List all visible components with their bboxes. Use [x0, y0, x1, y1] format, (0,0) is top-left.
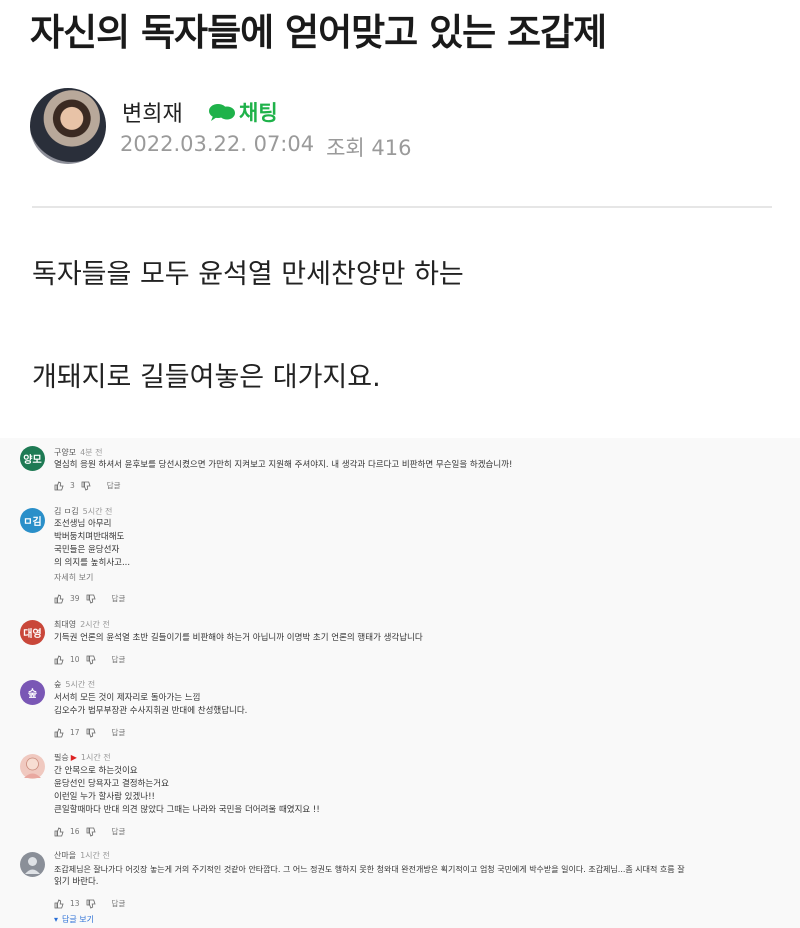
reply-button[interactable]: 답글	[112, 826, 126, 837]
comment-text-line: 윤당선인 당욕자고 결정하는거요	[54, 779, 169, 789]
comment-time: 1시간 전	[80, 753, 111, 762]
comment-actions: 10 답글	[54, 654, 125, 665]
comment-time: 5시간 전	[82, 507, 113, 516]
comment-time: 5시간 전	[65, 680, 96, 689]
comment-text-line: 조선생님 아무리	[54, 519, 112, 529]
comment-meta: 구양모 4분 전	[54, 447, 102, 458]
comment-text-line: 국민들은 윤당선자	[54, 545, 120, 555]
article-body-line: 개돼지로 길들여놓은 대가지요.	[32, 362, 381, 393]
comment-actions: 3 답글	[54, 480, 121, 491]
commenter-name[interactable]: 필승	[54, 753, 69, 762]
comment-text-line: 박버둥치며반대해도	[54, 532, 125, 542]
thumbs-up-icon[interactable]	[54, 593, 64, 604]
view-count: 조회 416	[326, 136, 412, 160]
comment-text-line: 이런일 누가 할사람 있겠나!!	[54, 792, 155, 802]
comment-text-line: 큰일할때마다 반대 의견 많았다 그때는 나라와 국민을 더어려울 때였지요 !…	[54, 805, 320, 815]
like-count: 13	[70, 899, 80, 908]
commenter-avatar[interactable]	[20, 852, 45, 877]
user-silhouette-icon	[25, 857, 40, 874]
comment-actions: 13 답글	[54, 898, 125, 909]
comment-meta: 김 ㅁ김 5시간 전	[54, 506, 112, 517]
like-count: 17	[70, 728, 80, 737]
thumbs-up-icon[interactable]	[54, 654, 64, 665]
reply-button[interactable]: 답글	[112, 654, 126, 665]
commenter-avatar[interactable]: 양모	[20, 446, 45, 471]
comment-time: 2시간 전	[80, 620, 110, 629]
comment-text-line: 의 의지를 높히사고...	[54, 558, 131, 568]
like-count: 10	[70, 655, 80, 664]
article-body-line: 독자들을 모두 윤석열 만세찬양만 하는	[32, 259, 464, 290]
like-count: 3	[70, 481, 75, 490]
commenter-name[interactable]: 최대영	[54, 620, 76, 629]
commenter-name[interactable]: 구양모	[54, 448, 76, 457]
chat-label: 채팅	[239, 101, 278, 125]
cartoon-avatar-icon	[24, 757, 41, 778]
comment-text-line: 읽기 바란다.	[54, 877, 99, 887]
thumbs-up-icon[interactable]	[54, 727, 64, 738]
chat-button[interactable]: 채팅	[208, 97, 278, 127]
comment-text: 열심히 응원 하셔서 윤후보를 당선시켰으면 가만히 지켜보고 지원해 주셔야지…	[54, 460, 513, 470]
commenter-name[interactable]: 김 ㅁ김	[54, 507, 79, 516]
comment-meta: 산마을 1시간 전	[54, 850, 110, 861]
article: 자신의 독자들에 얻어맞고 있는 조갑제 변희재 채팅 2022.03.22. …	[0, 0, 800, 438]
comment-actions: 17 답글	[54, 727, 125, 738]
chevron-down-icon: ▾	[54, 915, 59, 924]
reply-button[interactable]: 답글	[112, 898, 126, 909]
view-replies-label: 답글 보기	[62, 915, 94, 924]
flag-icon: ▶	[70, 753, 77, 762]
article-meta: 2022.03.22. 07:04 조회 416	[120, 132, 412, 162]
reply-button[interactable]: 답글	[107, 480, 121, 491]
commenter-avatar[interactable]	[20, 754, 45, 779]
like-count: 39	[70, 594, 80, 603]
thumbs-down-icon[interactable]	[86, 827, 96, 837]
chat-bubble-icon	[209, 104, 235, 121]
comment-text-line: 김오수가 법무부장관 수사지휘권 반대에 찬성했답니다.	[54, 706, 248, 716]
comment-actions: 16 답글	[54, 826, 125, 837]
thumbs-up-icon[interactable]	[54, 826, 64, 837]
comment-text-line: 조갑제님은 잘나가다 어깃장 놓는게 거의 주기적인 것같아 안타깝다. 그 어…	[54, 865, 685, 874]
article-title: 자신의 독자들에 얻어맞고 있는 조갑제	[30, 11, 607, 54]
reply-button[interactable]: 답글	[112, 593, 126, 604]
author-avatar[interactable]	[30, 88, 106, 164]
like-count: 16	[70, 827, 80, 836]
commenter-name[interactable]: 산마을	[54, 851, 76, 860]
post-date: 2022.03.22. 07:04	[120, 132, 315, 156]
thumbs-down-icon[interactable]	[86, 594, 96, 604]
thumbs-down-icon[interactable]	[81, 481, 91, 491]
read-more-link[interactable]: 자세히 보기	[54, 572, 93, 583]
comment-meta: 숲 5시간 전	[54, 679, 95, 690]
thumbs-down-icon[interactable]	[86, 728, 96, 738]
commenter-avatar[interactable]: 대영	[20, 620, 45, 645]
thumbs-down-icon[interactable]	[86, 899, 96, 909]
divider	[32, 206, 772, 208]
commenter-name[interactable]: 숲	[54, 680, 61, 689]
reply-button[interactable]: 답글	[112, 727, 126, 738]
commenter-avatar[interactable]: 숲	[20, 680, 45, 705]
comment-actions: 39 답글	[54, 593, 125, 604]
thumbs-up-icon[interactable]	[54, 480, 64, 491]
comment-meta: 필승 ▶ 1시간 전	[54, 752, 111, 763]
comment-time: 4분 전	[80, 448, 103, 457]
commenter-avatar[interactable]: ㅁ김	[20, 508, 45, 533]
thumbs-down-icon[interactable]	[86, 655, 96, 665]
comment-meta: 최대영 2시간 전	[54, 619, 110, 630]
comment-text: 기득권 언론의 윤석열 초반 길들이기를 비판해야 하는거 아닙니까 이명박 초…	[54, 633, 423, 643]
author-name[interactable]: 변희재	[122, 96, 183, 128]
comment-time: 1시간 전	[80, 851, 110, 860]
comment-text-line: 간 안목으로 하는것이요	[54, 766, 138, 776]
thumbs-up-icon[interactable]	[54, 898, 64, 909]
view-replies-button[interactable]: ▾ 답글 보기	[54, 914, 94, 925]
comment-section: 양모 구양모 4분 전 열심히 응원 하셔서 윤후보를 당선시켰으면 가만히 지켜…	[0, 438, 800, 928]
comment-text-line: 서서히 모든 것이 제자리로 돌아가는 느낌	[54, 693, 201, 703]
